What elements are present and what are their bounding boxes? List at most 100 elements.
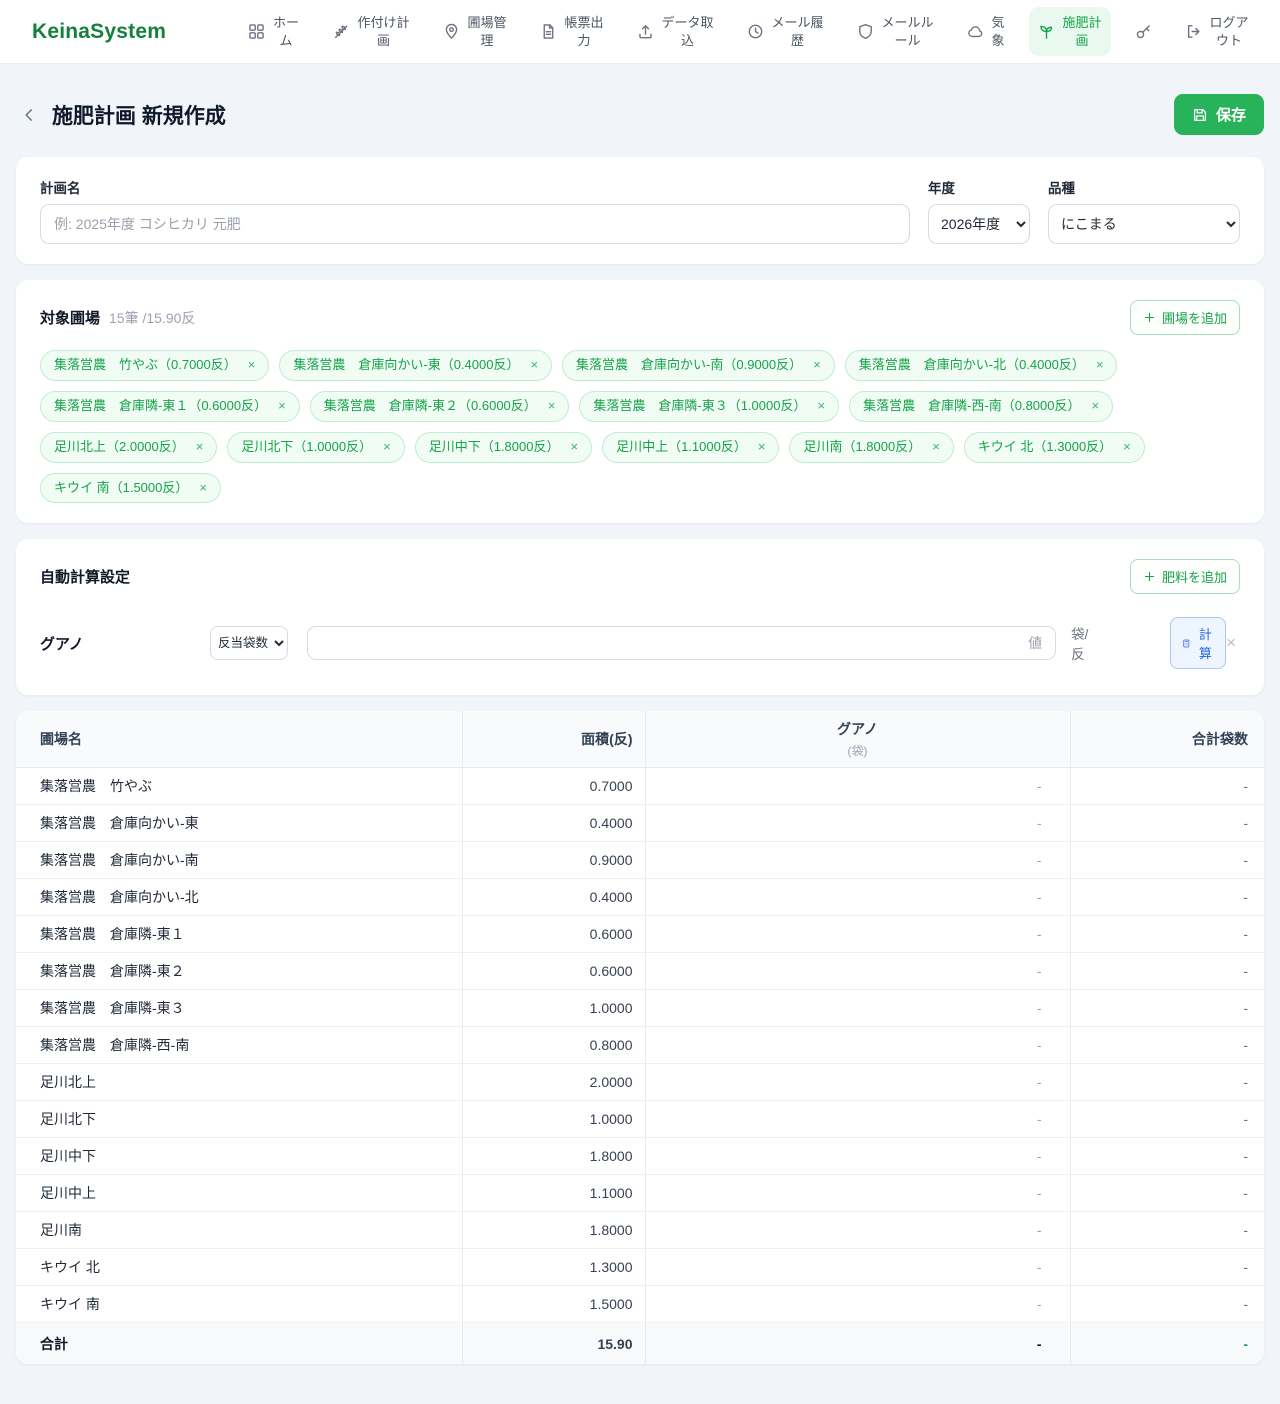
remove-tag-icon[interactable]: × bbox=[548, 397, 556, 416]
plan-form-card: 計画名 年度 2026年度 品種 にこまる bbox=[16, 157, 1264, 264]
remove-tag-icon[interactable]: × bbox=[530, 356, 538, 375]
plan-name-label: 計画名 bbox=[40, 177, 910, 197]
nav-item[interactable]: 圃場管理 bbox=[434, 7, 516, 56]
nav-item[interactable]: 気象 bbox=[958, 7, 1014, 56]
nav-item[interactable] bbox=[1126, 16, 1161, 47]
plan-name-input[interactable] bbox=[40, 204, 910, 244]
remove-tag-icon[interactable]: × bbox=[383, 438, 391, 457]
remove-tag-icon[interactable]: × bbox=[817, 397, 825, 416]
remove-tag-icon[interactable]: × bbox=[813, 356, 821, 375]
cell-field-name: 足川南 bbox=[16, 1212, 462, 1249]
cell-total-bags: - bbox=[1070, 990, 1264, 1027]
fields-table-card: 圃場名 面積(反) グアノ (袋) 合計袋数 集落営農 竹やぶ 0.7000 -… bbox=[16, 711, 1264, 1364]
cell-area: 0.8000 bbox=[462, 1027, 645, 1064]
nav-item[interactable]: データ取込 bbox=[628, 7, 723, 56]
nav-item-label: 施肥計画 bbox=[1062, 14, 1102, 49]
add-fertilizer-button[interactable]: 肥料を追加 bbox=[1130, 559, 1240, 594]
cell-field-name: 足川北下 bbox=[16, 1101, 462, 1138]
variety-select[interactable]: にこまる bbox=[1048, 204, 1240, 244]
table-row: 集落営農 倉庫向かい-東 0.4000 - - bbox=[16, 805, 1264, 842]
back-button[interactable] bbox=[16, 102, 42, 128]
field-tag: 足川中下（1.8000反） × bbox=[415, 432, 592, 463]
cell-total-bags: - bbox=[1070, 768, 1264, 805]
calc-method-select[interactable]: 反当袋数 bbox=[210, 626, 288, 660]
nav-item[interactable]: 作付け計画 bbox=[324, 7, 419, 56]
remove-tag-icon[interactable]: × bbox=[1123, 438, 1131, 457]
page-header: 施肥計画 新規作成 保存 bbox=[16, 94, 1264, 135]
cell-area: 2.0000 bbox=[462, 1064, 645, 1101]
cell-area: 1.8000 bbox=[462, 1138, 645, 1175]
calculate-label: 計算 bbox=[1197, 624, 1214, 662]
field-tag-label: キウイ 南（1.5000反） bbox=[54, 479, 188, 498]
cell-fertilizer-bags: - bbox=[645, 1064, 1070, 1101]
field-tag-label: 集落営農 竹やぶ（0.7000反） bbox=[54, 356, 237, 375]
remove-tag-icon[interactable]: × bbox=[199, 479, 207, 498]
cell-area: 0.9000 bbox=[462, 842, 645, 879]
plan-name-group: 計画名 bbox=[40, 177, 910, 244]
cell-field-name: 集落営農 倉庫隣-東１ bbox=[16, 916, 462, 953]
page-title: 施肥計画 新規作成 bbox=[52, 100, 226, 130]
cell-area: 0.6000 bbox=[462, 916, 645, 953]
cell-fertilizer-bags: - bbox=[645, 805, 1070, 842]
cell-area: 1.0000 bbox=[462, 1101, 645, 1138]
cell-total-bags: - bbox=[1070, 953, 1264, 990]
remove-tag-icon[interactable]: × bbox=[758, 438, 766, 457]
header-area: 面積(反) bbox=[462, 711, 645, 768]
remove-tag-icon[interactable]: × bbox=[248, 356, 256, 375]
field-tag-label: 足川南（1.8000反） bbox=[803, 438, 921, 457]
remove-tag-icon[interactable]: × bbox=[1096, 356, 1104, 375]
remove-tag-icon[interactable]: × bbox=[570, 438, 578, 457]
calc-value-input[interactable] bbox=[307, 626, 1056, 660]
cell-fertilizer-bags: - bbox=[645, 990, 1070, 1027]
year-select[interactable]: 2026年度 bbox=[928, 204, 1030, 244]
report-icon bbox=[540, 23, 557, 40]
add-field-button[interactable]: 圃場を追加 bbox=[1130, 300, 1240, 335]
year-group: 年度 2026年度 bbox=[928, 177, 1030, 244]
nav-item-label: ログアウト bbox=[1209, 14, 1249, 49]
cell-total-bags: - bbox=[1070, 805, 1264, 842]
target-fields-title: 対象圃場 bbox=[40, 307, 100, 328]
nav-item[interactable]: メールルール bbox=[848, 7, 943, 56]
nav-item[interactable]: メール履歴 bbox=[738, 7, 833, 56]
remove-fertilizer-icon[interactable]: × bbox=[1226, 633, 1240, 653]
field-tag-label: 集落営農 倉庫隣-西-南（0.8000反） bbox=[863, 397, 1080, 416]
cell-area: 1.1000 bbox=[462, 1175, 645, 1212]
field-tag-label: 集落営農 倉庫隣-東２（0.6000反） bbox=[324, 397, 537, 416]
field-tag-label: 足川中下（1.8000反） bbox=[429, 438, 560, 457]
field-tag: 集落営農 竹やぶ（0.7000反） × bbox=[40, 350, 269, 381]
field-tag: 集落営農 倉庫隣-東３（1.0000反） × bbox=[579, 391, 839, 422]
table-row: 集落営農 倉庫向かい-南 0.9000 - - bbox=[16, 842, 1264, 879]
brand-logo[interactable]: KeinaSystem bbox=[32, 20, 166, 44]
field-tag: 集落営農 倉庫隣-東１（0.6000反） × bbox=[40, 391, 300, 422]
cell-total-bags: - bbox=[1070, 916, 1264, 953]
cell-fertilizer-bags: - bbox=[645, 1101, 1070, 1138]
remove-tag-icon[interactable]: × bbox=[278, 397, 286, 416]
remove-tag-icon[interactable]: × bbox=[1091, 397, 1099, 416]
table-row: 足川中下 1.8000 - - bbox=[16, 1138, 1264, 1175]
cell-fertilizer-bags: - bbox=[645, 1212, 1070, 1249]
remove-tag-icon[interactable]: × bbox=[196, 438, 204, 457]
table-row: 足川中上 1.1000 - - bbox=[16, 1175, 1264, 1212]
cell-field-name: 足川北上 bbox=[16, 1064, 462, 1101]
calc-unit-label: 袋/反 bbox=[1071, 623, 1090, 663]
nav-item-label: メールルール bbox=[881, 14, 934, 49]
field-tag: キウイ 北（1.3000反） × bbox=[964, 432, 1145, 463]
field-tag-label: 集落営農 倉庫向かい-北（0.4000反） bbox=[859, 356, 1085, 375]
variety-label: 品種 bbox=[1048, 177, 1240, 197]
nav-item[interactable]: 帳票出力 bbox=[531, 7, 613, 56]
calculator-icon bbox=[1182, 637, 1191, 650]
cell-total-bags: - bbox=[1070, 1101, 1264, 1138]
nav-item[interactable]: ログアウト bbox=[1176, 7, 1258, 56]
table-row: 足川北上 2.0000 - - bbox=[16, 1064, 1264, 1101]
nav-item[interactable]: 施肥計画 bbox=[1029, 7, 1111, 56]
table-header-row: 圃場名 面積(反) グアノ (袋) 合計袋数 bbox=[16, 711, 1264, 768]
logout-icon bbox=[1185, 23, 1202, 40]
calculate-button[interactable]: 計算 bbox=[1170, 617, 1226, 669]
history-clock-icon bbox=[747, 23, 764, 40]
nav-item[interactable]: ホーム bbox=[239, 7, 309, 56]
nav-item-label: データ取込 bbox=[661, 14, 714, 49]
year-label: 年度 bbox=[928, 177, 1030, 197]
table-row: 集落営農 倉庫向かい-北 0.4000 - - bbox=[16, 879, 1264, 916]
remove-tag-icon[interactable]: × bbox=[932, 438, 940, 457]
save-button[interactable]: 保存 bbox=[1174, 94, 1264, 135]
